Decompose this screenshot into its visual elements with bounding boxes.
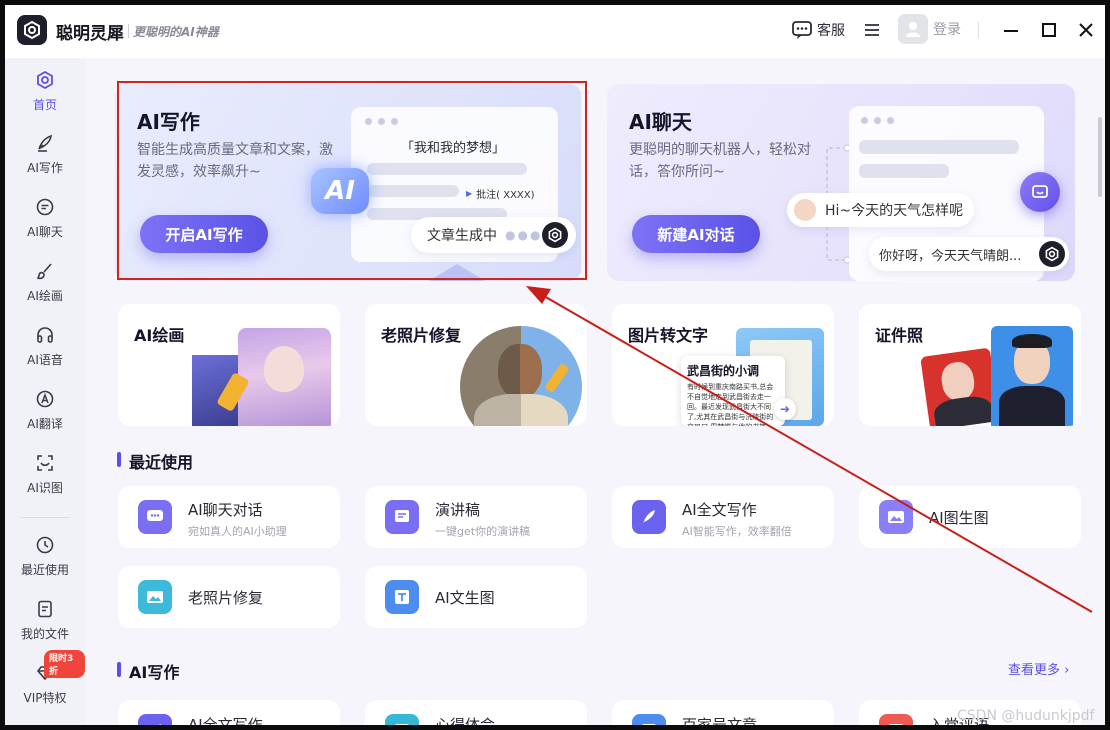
feature-title: 图片转文字 [628, 326, 709, 345]
watermark: CSDN @hudunkjpdf [957, 708, 1095, 724]
feature-title: 证件照 [875, 326, 924, 345]
arrow-annotation [526, 286, 1093, 613]
feature-title: AI绘画 [134, 326, 185, 345]
feature-title: 老照片修复 [381, 326, 462, 345]
app-window: 聪明灵犀 更聪明的AI神器 客服 登录 首页 AI写作 AI聊天 AI绘画 AI… [0, 0, 1110, 730]
